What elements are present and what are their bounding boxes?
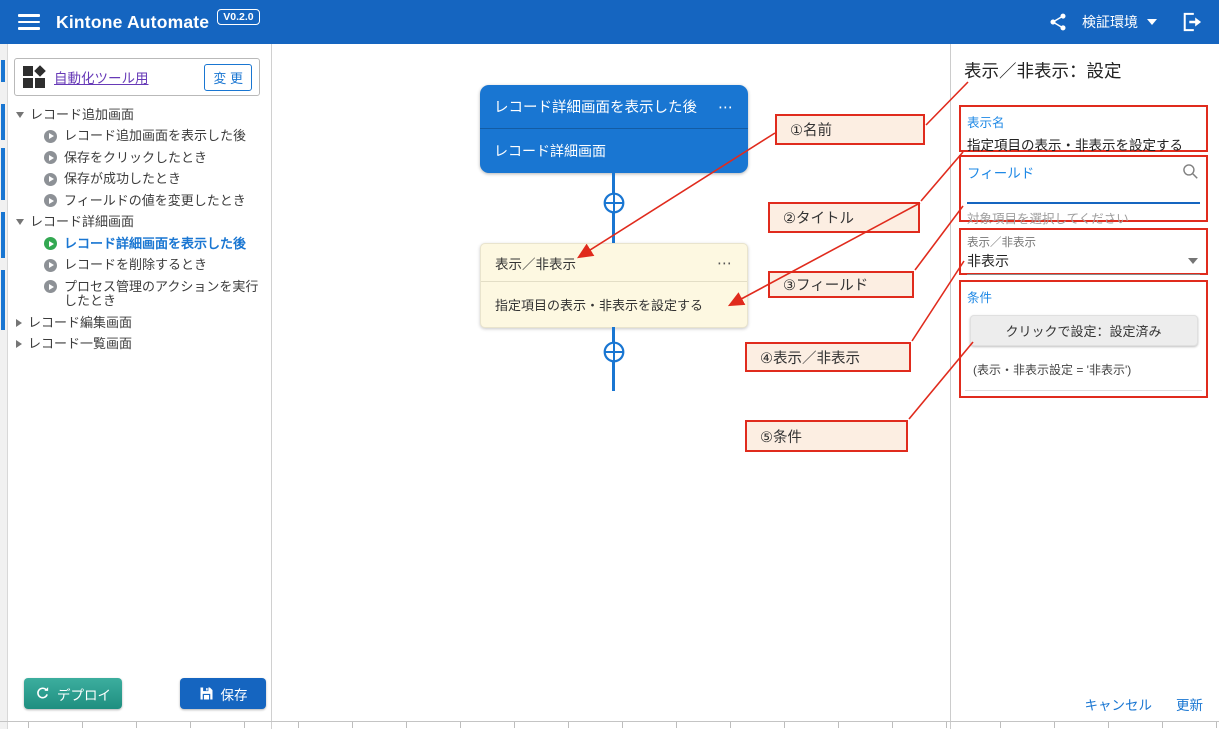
tree-event[interactable]: 保存をクリックしたとき <box>8 147 271 169</box>
field-selector[interactable]: フィールド 対象項目を選択してください <box>959 155 1208 222</box>
version-badge: V0.2.0 <box>217 9 259 25</box>
display-name-field[interactable]: 表示名 指定項目の表示・非表示を設定する <box>959 105 1208 152</box>
condition-set-button[interactable]: クリックで設定：設定済み <box>970 315 1198 346</box>
tree-event[interactable]: 保存が成功したとき <box>8 169 271 191</box>
add-step-button[interactable] <box>603 341 625 363</box>
chevron-down-icon <box>16 112 24 118</box>
play-circle-icon <box>44 130 57 143</box>
cancel-button[interactable]: キャンセル <box>1085 694 1153 714</box>
sidebar: 自動化ツール用 変 更 レコード追加画面 レコード追加画面を表示した後 保存をク… <box>8 44 272 729</box>
change-app-button[interactable]: 変 更 <box>204 64 252 91</box>
tree-event[interactable]: フィールドの値を変更したとき <box>8 190 271 212</box>
annotation-condition: ⑤条件 <box>745 420 908 452</box>
tree-event-active[interactable]: レコード詳細画面を表示した後 <box>8 233 271 255</box>
tree-group-record-detail[interactable]: レコード詳細画面 <box>8 212 271 234</box>
update-button[interactable]: 更新 <box>1176 694 1203 714</box>
chevron-down-icon <box>1147 19 1157 25</box>
display-name-label: 表示名 <box>967 112 1200 131</box>
app-title: Kintone Automate <box>56 12 209 33</box>
kintone-app-icon <box>23 66 45 88</box>
app-selector-box: 自動化ツール用 変 更 <box>14 58 260 96</box>
kintone-automate-window: Kintone Automate V0.2.0 検証環境 自動化ツール用 変 更 <box>0 0 1219 729</box>
play-circle-icon <box>44 151 57 164</box>
condition-expression: (表示・非表示設定 = '非表示') <box>973 361 1200 378</box>
search-icon[interactable] <box>1181 162 1200 186</box>
app-link[interactable]: 自動化ツール用 <box>54 67 149 87</box>
action-node[interactable]: 表示／非表示 ⋯ 指定項目の表示・非表示を設定する <box>480 243 748 328</box>
left-minimap-strip[interactable] <box>0 44 8 729</box>
play-circle-icon <box>44 280 57 293</box>
hamburger-icon[interactable] <box>18 14 40 30</box>
node-menu-icon[interactable]: ⋯ <box>718 98 734 116</box>
flow-canvas[interactable]: レコード詳細画面を表示した後 ⋯ レコード詳細画面 表示／非表示 ⋯ 指定項目の… <box>272 44 950 729</box>
node-menu-icon[interactable]: ⋯ <box>717 254 733 272</box>
chevron-right-icon <box>16 319 22 327</box>
save-button[interactable]: 保存 <box>180 678 266 709</box>
environment-label: 検証環境 <box>1082 12 1138 32</box>
play-circle-icon <box>44 194 57 207</box>
trigger-node-subtitle: レコード詳細画面 <box>480 129 748 173</box>
condition-label: 条件 <box>967 287 1200 306</box>
tree-event[interactable]: プロセス管理のアクションを実行したとき <box>8 276 271 312</box>
deploy-button[interactable]: デプロイ <box>24 678 122 709</box>
visibility-label: 表示／非表示 <box>967 234 1200 250</box>
field-search-input[interactable] <box>967 202 1200 204</box>
field-label: フィールド <box>967 162 1034 182</box>
panel-title: 表示／非表示：設定 <box>964 58 1122 83</box>
action-node-title: 表示／非表示 <box>495 253 576 273</box>
sync-icon <box>35 686 50 701</box>
event-tree: レコード追加画面 レコード追加画面を表示した後 保存をクリックしたとき 保存が成… <box>8 104 271 355</box>
tree-event[interactable]: レコードを削除するとき <box>8 255 271 277</box>
condition-section: 条件 クリックで設定：設定済み (表示・非表示設定 = '非表示') <box>959 280 1208 398</box>
tree-event[interactable]: レコード追加画面を表示した後 <box>8 126 271 148</box>
floppy-icon <box>199 686 214 701</box>
field-hint: 対象項目を選択してください <box>967 208 1200 227</box>
trigger-node-title: レコード詳細画面を表示した後 <box>494 96 697 117</box>
tree-group-record-list[interactable]: レコード一覧画面 <box>8 334 271 356</box>
display-name-value[interactable]: 指定項目の表示・非表示を設定する <box>967 134 1200 154</box>
annotation-title: ②タイトル <box>768 202 920 233</box>
logout-icon[interactable] <box>1181 12 1203 32</box>
settings-panel: 表示／非表示：設定 表示名 指定項目の表示・非表示を設定する フィールド 対象項… <box>950 44 1219 729</box>
action-node-subtitle: 指定項目の表示・非表示を設定する <box>481 282 747 327</box>
visibility-value: 非表示 <box>967 251 1009 271</box>
share-icon[interactable] <box>1048 12 1068 32</box>
tree-group-record-edit[interactable]: レコード編集画面 <box>8 312 271 334</box>
annotation-field: ③フィールド <box>768 271 914 298</box>
environment-selector[interactable]: 検証環境 <box>1082 12 1157 32</box>
app-bar: Kintone Automate V0.2.0 検証環境 <box>0 0 1219 44</box>
annotation-name: ①名前 <box>775 114 925 145</box>
trigger-node[interactable]: レコード詳細画面を表示した後 ⋯ レコード詳細画面 <box>480 85 748 173</box>
chevron-right-icon <box>16 340 22 348</box>
play-circle-icon <box>44 259 57 272</box>
chevron-down-icon <box>1188 258 1198 264</box>
visibility-select[interactable]: 表示／非表示 非表示 <box>959 228 1208 275</box>
play-circle-icon <box>44 173 57 186</box>
annotation-visibility: ④表示／非表示 <box>745 342 911 372</box>
play-circle-icon <box>44 237 57 250</box>
tree-group-record-add[interactable]: レコード追加画面 <box>8 104 271 126</box>
chevron-down-icon <box>16 219 24 225</box>
add-step-button[interactable] <box>603 192 625 214</box>
